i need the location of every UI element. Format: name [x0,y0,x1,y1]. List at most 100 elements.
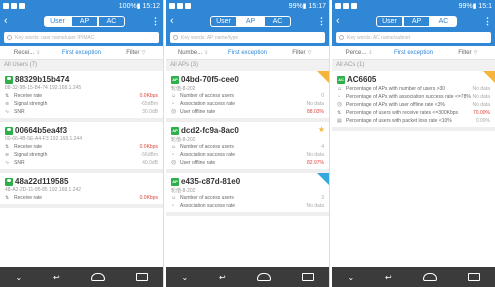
phone-screen-users: 100%▮ 15:12 ‹ User AP AC ⋮ Key words: user nam… [0,0,164,287]
notification-icon [335,3,341,9]
status-battery-time: 100%▮ 15:12 [118,3,160,10]
more-menu-icon[interactable]: ⋮ [317,16,326,27]
success-icon: ◔ [171,101,175,107]
back-icon[interactable]: ‹ [336,15,350,27]
tab-ac[interactable]: AC [430,15,457,27]
metric-label: Signal strength [14,101,48,107]
card-name: 04bd-70f5-cee0 [181,75,239,84]
metric-row: ⇅ Receive rate 0.0Kbps [5,143,158,151]
home-icon[interactable] [90,273,105,281]
metric-value: 0.0Kbps [139,144,158,150]
tab-ac[interactable]: AC [264,15,291,27]
list-card[interactable]: 88329b15b474 88-32-9B-15-B4-74 192.168.1.… [0,71,163,122]
card-name: e435-c87d-81e0 [181,177,241,186]
first-exception-button[interactable]: First exception [386,50,440,56]
list-card[interactable]: AP e435-c87d-81e0 轮值-8-202 ☺ Number of acces… [166,173,329,216]
filter-dropdown[interactable]: Filter ▽ [275,50,329,56]
home-icon[interactable] [422,273,437,281]
notification-icon [185,3,191,9]
card-title: 48a22d119585 [5,176,158,187]
hide-nav-icon[interactable]: ⌄ [181,273,188,282]
metric-row: ▤ Percentage of users with packet loss ra… [337,117,490,125]
back-nav-icon[interactable]: ↩ [53,273,60,282]
sort-dropdown[interactable]: Perce... ⇩ [332,50,386,56]
hide-nav-icon[interactable]: ⌄ [15,273,22,282]
list-card[interactable]: ★ AP dcd2-fc9a-8ac0 轮值-8-202 ☺ Number of acce… [166,122,329,173]
filter-bar: Numbe... ⇩ First exception Filter ▽ [166,46,329,60]
card-title: AC AC6605 [337,74,490,85]
chevron-down-icon: ▽ [473,49,478,56]
first-exception-button[interactable]: First exception [220,50,274,56]
metric-row: ⇅ Receive rate 0.0Kbps [5,92,158,100]
metric-value: 0 [321,93,324,99]
back-nav-icon[interactable]: ↩ [219,273,226,282]
metric-row: ☺ Percentage of APs with number of users … [337,85,490,93]
search-bar: Key words: AC name/subnet [332,30,495,46]
tab-ac[interactable]: AC [98,15,125,27]
metric-value: 4 [321,144,324,150]
card-name: 88329b15b474 [15,75,70,84]
search-input[interactable]: Key words: user name/user IP/MAC [4,32,159,43]
metric-label: Receive rate [14,195,43,201]
metric-row: ◔ Association success rate No data [171,100,324,108]
back-icon[interactable]: ‹ [4,15,18,27]
users-icon: ☺ [171,144,177,150]
tab-ap[interactable]: AP [237,15,264,27]
recent-apps-icon[interactable] [467,273,480,281]
card-subtitle: 轮值-8-202 [171,137,196,143]
metric-label: SNR [14,160,25,166]
app-bar: ‹ User AP AC ⋮ [332,12,495,30]
status-bar: 99%▮ 15:17 [166,0,329,12]
back-icon[interactable]: ‹ [170,15,184,27]
metric-label: User offline rate [180,109,216,115]
search-input[interactable]: Key words: AC name/subnet [336,32,491,43]
sort-label: Perce... [345,49,367,56]
search-placeholder: Key words: AP name/type [181,34,239,41]
list-card[interactable]: AC AC6605 ☺ Percentage of APs with number o… [332,71,495,131]
list-card[interactable]: 48a22d119585 48-A2-2D-11-95-85 192.168.1.… [0,173,163,208]
star-icon: ★ [317,125,325,134]
notification-icon [169,3,175,9]
user-icon [5,126,13,135]
metric-value: -65dBm [140,101,158,107]
metric-value: No data [306,101,324,107]
first-exception-button[interactable]: First exception [54,50,108,56]
sort-arrow-icon: ⇩ [36,49,41,56]
tab-ap[interactable]: AP [71,15,98,27]
tab-user[interactable]: User [44,15,71,27]
home-icon[interactable] [256,273,271,281]
card-title: AP e435-c87d-81e0 [171,176,324,187]
sort-dropdown[interactable]: Recei... ⇩ [0,50,54,56]
filter-label: Filter [126,49,140,56]
metric-label: User offline rate [180,160,216,166]
card-subtitle: 00-66-4B-5E-A4-F3 192.168.1.244 [5,136,82,142]
metric-label: Percentage of APs with number of users >… [346,86,446,92]
search-icon [339,35,344,40]
hide-nav-icon[interactable]: ⌄ [347,273,354,282]
list-card[interactable]: 00664b5ea4f3 00-66-4B-5E-A4-F3 192.168.1.… [0,122,163,173]
search-icon [173,35,178,40]
search-input[interactable]: Key words: AP name/type [170,32,325,43]
more-menu-icon[interactable]: ⋮ [151,16,160,27]
recent-apps-icon[interactable] [301,273,314,281]
rate-icon: ⇅ [5,144,10,150]
filter-dropdown[interactable]: Filter ▽ [109,50,163,56]
recent-apps-icon[interactable] [135,273,148,281]
more-menu-icon[interactable]: ⋮ [483,16,492,27]
back-nav-icon[interactable]: ↩ [385,273,392,282]
list-card[interactable]: AP 04bd-70f5-cee0 轮值-8-202 ☺ Number of acces… [166,71,329,122]
tab-user[interactable]: User [376,15,403,27]
sort-dropdown[interactable]: Numbe... ⇩ [166,50,220,56]
metric-label: Signal strength [14,152,48,158]
tab-user[interactable]: User [210,15,237,27]
tab-ap[interactable]: AP [403,15,430,27]
metric-row: ◔ Association success rate No data [171,151,324,159]
status-corner-flag [317,71,329,83]
system-nav-bar: ⌄ ↩ [0,267,163,287]
rate-icon: ⇅ [5,195,10,201]
card-title: 00664b5ea4f3 [5,125,158,136]
filter-dropdown[interactable]: Filter ▽ [441,50,495,56]
chevron-down-icon: ▽ [141,49,146,56]
notification-icon [3,3,9,9]
metric-value: No data [306,152,324,158]
